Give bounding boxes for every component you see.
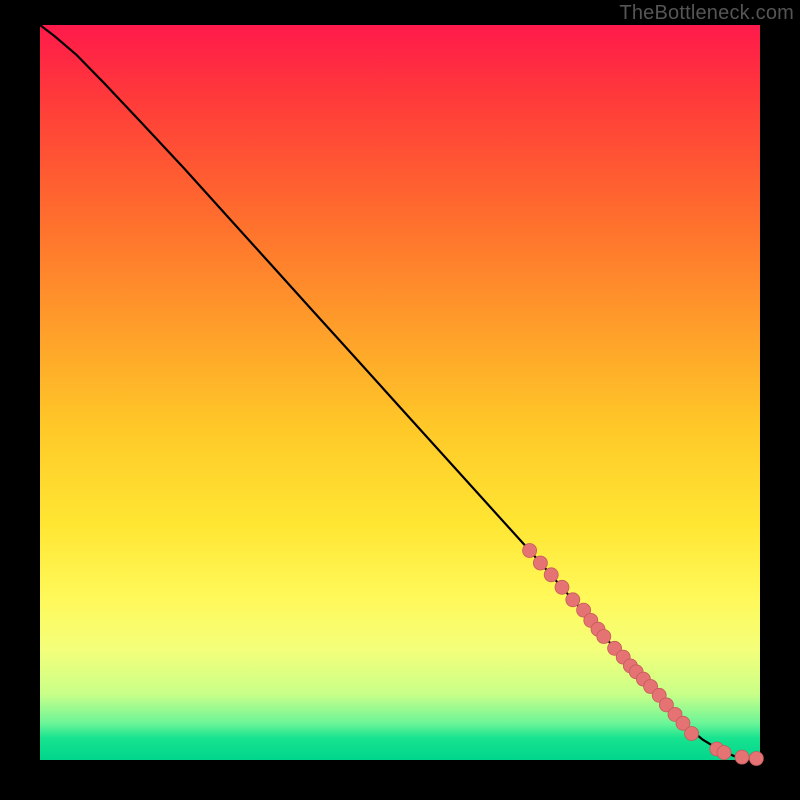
data-marker (566, 593, 580, 607)
data-marker (717, 746, 731, 760)
markers-group (523, 544, 764, 766)
data-marker (735, 750, 749, 764)
curve-line (40, 25, 760, 759)
data-marker (555, 580, 569, 594)
data-marker (597, 630, 611, 644)
data-marker (533, 556, 547, 570)
data-marker (544, 568, 558, 582)
data-marker (685, 727, 699, 741)
data-marker (523, 544, 537, 558)
data-marker (749, 752, 763, 766)
watermark-text: TheBottleneck.com (619, 2, 794, 25)
chart-frame: TheBottleneck.com (0, 0, 800, 800)
chart-svg (40, 25, 760, 760)
plot-area (40, 25, 760, 760)
